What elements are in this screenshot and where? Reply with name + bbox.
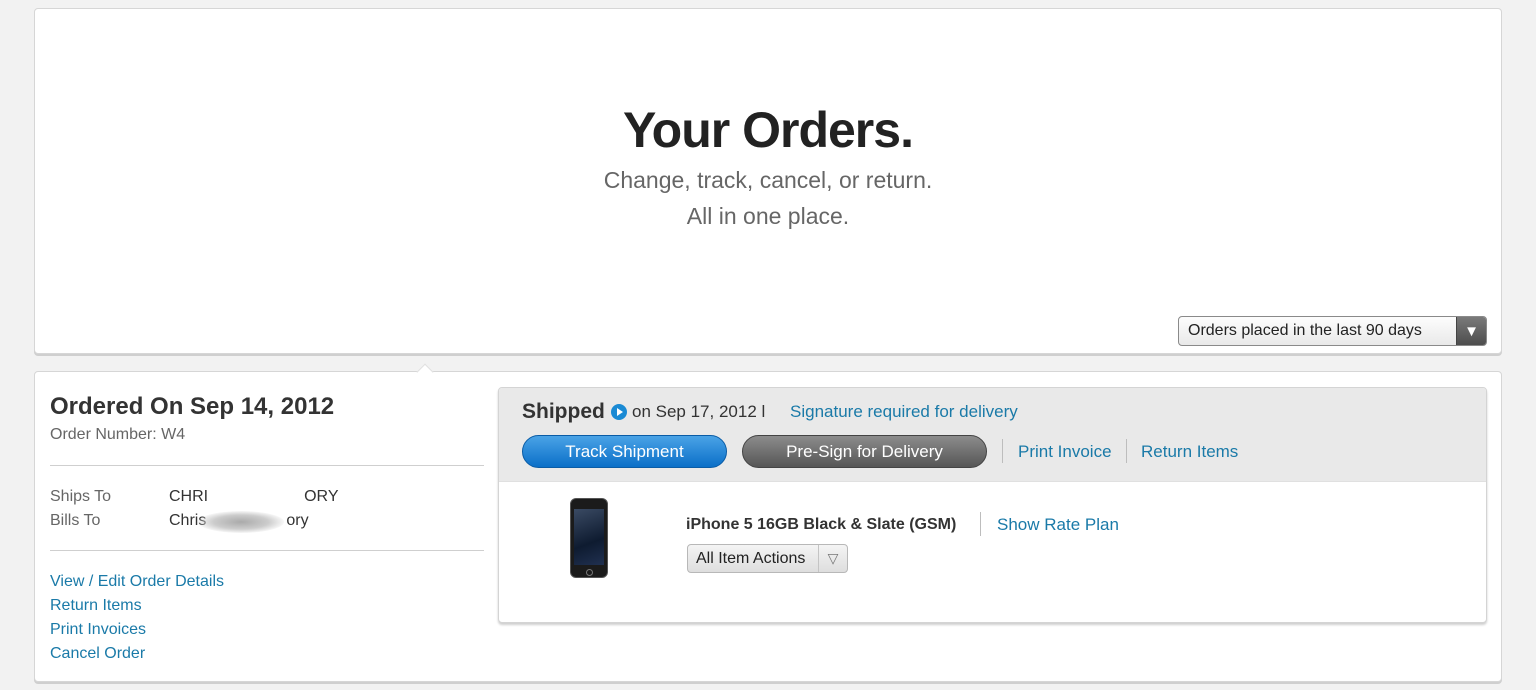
- show-rate-plan-link[interactable]: Show Rate Plan: [997, 515, 1119, 535]
- divider: [50, 550, 484, 551]
- cancel-order-link[interactable]: Cancel Order: [50, 645, 145, 663]
- shipment-header: Shipped on Sep 17, 2012 l Signature requ…: [499, 388, 1486, 482]
- shipment-status: Shipped: [522, 400, 605, 423]
- return-items-link[interactable]: Return Items: [1141, 442, 1238, 462]
- ships-to-label: Ships To: [50, 488, 112, 505]
- order-period-select[interactable]: Orders placed in the last 90 days ▼: [1178, 316, 1487, 346]
- redaction-blur: [198, 511, 284, 533]
- divider: [50, 465, 484, 466]
- orders-hero-panel: Your Orders. Change, track, cancel, or r…: [34, 8, 1502, 354]
- print-invoices-link[interactable]: Print Invoices: [50, 621, 146, 639]
- order-number: Order Number: W4: [50, 426, 186, 443]
- divider: [1002, 439, 1003, 463]
- phone-screen: [574, 509, 604, 565]
- item-name: iPhone 5 16GB Black & Slate (GSM): [686, 516, 957, 533]
- shipment-card: Shipped on Sep 17, 2012 l Signature requ…: [498, 387, 1487, 623]
- ships-to-value: CHRI ORY: [169, 488, 339, 505]
- view-edit-order-link[interactable]: View / Edit Order Details: [50, 573, 224, 591]
- item-actions-label: All Item Actions: [696, 549, 806, 567]
- divider: [1126, 439, 1127, 463]
- panel-notch: [416, 363, 434, 381]
- page-subtitle-line2: All in one place.: [686, 203, 850, 229]
- divider: [980, 512, 981, 536]
- page-title: Your Orders.: [623, 102, 914, 158]
- item-actions-select[interactable]: All Item Actions ▽: [687, 544, 848, 573]
- track-shipment-button[interactable]: Track Shipment: [522, 435, 727, 468]
- return-items-link[interactable]: Return Items: [50, 597, 142, 615]
- phone-home-button: [586, 569, 593, 576]
- page-subtitle-line1: Change, track, cancel, or return.: [603, 167, 933, 193]
- bills-to-label: Bills To: [50, 512, 101, 529]
- triangle-down-icon[interactable]: ▼: [1456, 317, 1486, 345]
- print-invoice-link[interactable]: Print Invoice: [1018, 442, 1112, 462]
- iphone-product-image: [570, 498, 608, 578]
- ordered-on-heading: Ordered On Sep 14, 2012: [50, 393, 335, 420]
- order-panel: Ordered On Sep 14, 2012 Order Number: W4…: [34, 363, 1502, 682]
- signature-required-link[interactable]: Signature required for delivery: [790, 402, 1018, 422]
- play-circle-icon[interactable]: [611, 404, 627, 420]
- order-period-selected-label: Orders placed in the last 90 days: [1188, 322, 1422, 339]
- shipment-date: on Sep 17, 2012 l: [632, 402, 766, 421]
- chevron-down-icon[interactable]: ▽: [818, 545, 847, 572]
- pre-sign-delivery-button[interactable]: Pre-Sign for Delivery: [742, 435, 987, 468]
